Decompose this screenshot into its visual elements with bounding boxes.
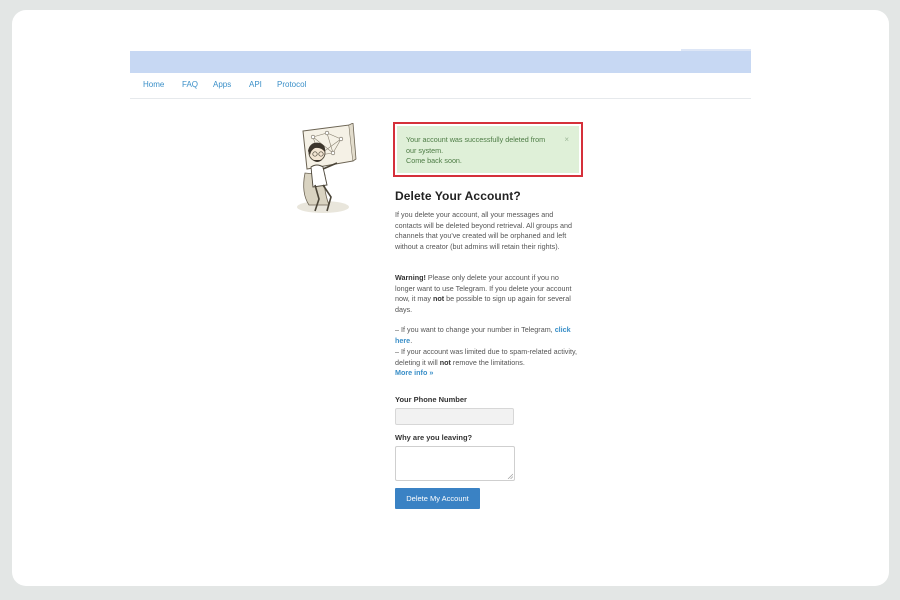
more-info-link[interactable]: More info » xyxy=(395,368,433,377)
success-alert-body: × Your account was successfully deleted … xyxy=(397,126,579,173)
change-number-end: . xyxy=(410,335,413,345)
nav-home[interactable]: Home xyxy=(143,80,164,89)
limited-paragraph: – If your account was limited due to spa… xyxy=(395,347,579,379)
resize-grip-icon[interactable] xyxy=(507,473,513,479)
alert-line-2: our system. xyxy=(406,145,444,155)
limited-not: not xyxy=(439,357,451,367)
nav-apps[interactable]: Apps xyxy=(213,80,231,89)
warning-not: not xyxy=(432,294,445,303)
intro-paragraph: If you delete your account, all your mes… xyxy=(395,210,572,251)
change-number-text: – If you want to change your number in T… xyxy=(395,325,555,334)
alert-line-3: Come back soon. xyxy=(406,156,462,165)
delete-account-button[interactable]: Delete My Account xyxy=(395,488,480,509)
warning-label: Warning! xyxy=(395,273,426,282)
site-header-bar xyxy=(130,49,751,73)
top-nav: Home FAQ Apps API Protocol xyxy=(130,74,751,99)
nav-protocol[interactable]: Protocol xyxy=(277,80,306,89)
change-number-paragraph: – If you want to change your number in T… xyxy=(395,325,579,346)
man-with-diagram-illustration xyxy=(297,123,357,213)
delete-account-section: Delete Your Account? If you delete your … xyxy=(395,189,585,377)
warning-paragraph: Warning! Please only delete your account… xyxy=(395,273,579,315)
leaving-reason-textarea[interactable] xyxy=(395,446,515,481)
alert-line-1: Your account was successfully deleted fr… xyxy=(406,135,546,144)
page-title: Delete Your Account? xyxy=(395,189,521,203)
close-icon[interactable]: × xyxy=(564,135,569,146)
nav-faq[interactable]: FAQ xyxy=(182,80,198,89)
reason-label: Why are you leaving? xyxy=(395,433,473,442)
limited-text-2: remove the limitations. xyxy=(450,357,525,367)
phone-label: Your Phone Number xyxy=(395,395,467,404)
nav-api[interactable]: API xyxy=(249,80,262,89)
phone-number-input[interactable] xyxy=(395,408,514,425)
header-tab-hint xyxy=(681,49,751,51)
success-alert: × Your account was successfully deleted … xyxy=(393,122,583,177)
